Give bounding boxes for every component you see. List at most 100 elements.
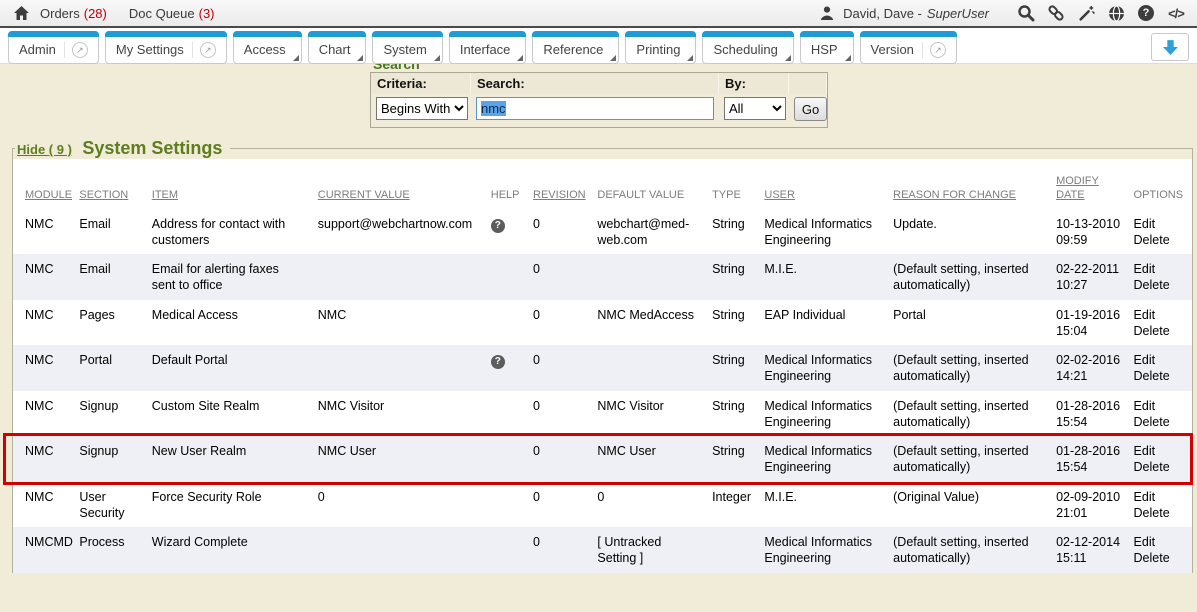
column-header-module[interactable]: MODULE <box>13 159 75 209</box>
cell-help <box>487 300 529 346</box>
edit-link[interactable]: Edit <box>1134 261 1184 277</box>
user-menu[interactable]: David, Dave - SuperUser <box>816 2 989 24</box>
code-icon[interactable]: </> <box>1165 2 1187 24</box>
delete-link[interactable]: Delete <box>1134 459 1184 475</box>
nav-doc-queue[interactable]: Doc Queue (3) <box>129 6 215 21</box>
table-row: NMCSignupNew User RealmNMC User0NMC User… <box>13 436 1192 482</box>
cell-type: String <box>708 300 760 346</box>
delete-link[interactable]: Delete <box>1134 277 1184 293</box>
cell-help <box>487 391 529 437</box>
tab-my-settings[interactable]: My Settings↗ <box>105 31 227 64</box>
cell-current-value <box>314 345 487 391</box>
external-link-icon[interactable]: ↗ <box>64 42 88 58</box>
cell-revision: 0 <box>529 254 593 300</box>
column-header-revision[interactable]: REVISION <box>529 159 593 209</box>
cell-type: String <box>708 209 760 255</box>
cell-user: EAP Individual <box>760 300 889 346</box>
cell-user: M.I.E. <box>760 482 889 528</box>
cell-modify-date: 01-28-2016 15:54 <box>1052 436 1129 482</box>
column-header-modify-date[interactable]: MODIFY DATE <box>1052 159 1129 209</box>
download-button[interactable] <box>1151 33 1189 61</box>
tab-label: Scheduling <box>713 43 777 57</box>
cell-section: Email <box>75 254 147 300</box>
edit-link[interactable]: Edit <box>1134 398 1184 414</box>
cell-module: NMC <box>13 436 75 482</box>
tab-label: Chart <box>319 43 351 57</box>
tab-reference[interactable]: Reference <box>532 31 619 64</box>
top-bar: Orders (28) Doc Queue (3) David, Dave - … <box>0 0 1197 28</box>
tab-access[interactable]: Access <box>233 31 302 64</box>
column-header-item[interactable]: ITEM <box>148 159 314 209</box>
nav-orders[interactable]: Orders (28) <box>40 6 107 21</box>
criteria-select[interactable]: Begins With <box>376 97 468 120</box>
home-icon[interactable] <box>10 2 32 24</box>
tab-interface[interactable]: Interface <box>449 31 527 64</box>
cell-options: EditDelete <box>1130 300 1192 346</box>
cell-section: Pages <box>75 300 147 346</box>
cell-modify-date: 02-12-2014 15:11 <box>1052 527 1129 573</box>
tab-system[interactable]: System <box>372 31 442 64</box>
tab-scheduling[interactable]: Scheduling <box>702 31 793 64</box>
cell-current-value: NMC Visitor <box>314 391 487 437</box>
delete-link[interactable]: Delete <box>1134 232 1184 248</box>
tab-label: Admin <box>19 43 56 57</box>
help-icon[interactable]: ? <box>1135 2 1157 24</box>
tab-printing[interactable]: Printing <box>625 31 696 64</box>
edit-link[interactable]: Edit <box>1134 307 1184 323</box>
column-header-section[interactable]: SECTION <box>75 159 147 209</box>
delete-link[interactable]: Delete <box>1134 368 1184 384</box>
dropdown-corner-icon <box>845 55 851 61</box>
edit-link[interactable]: Edit <box>1134 443 1184 459</box>
tab-chart[interactable]: Chart <box>308 31 367 64</box>
delete-link[interactable]: Delete <box>1134 505 1184 521</box>
external-link-icon[interactable]: ↗ <box>922 42 946 58</box>
table-row: NMCUser SecurityForce Security Role000In… <box>13 482 1192 528</box>
cell-revision: 0 <box>529 527 593 573</box>
criteria-label: Criteria: <box>371 73 471 94</box>
tab-hsp[interactable]: HSP <box>800 31 854 64</box>
delete-link[interactable]: Delete <box>1134 550 1184 566</box>
cell-user: Medical Informatics Engineering <box>760 209 889 255</box>
wand-icon[interactable] <box>1075 2 1097 24</box>
cell-user: Medical Informatics Engineering <box>760 527 889 573</box>
cell-help <box>487 482 529 528</box>
tab-bar-tabs: Admin↗My Settings↗AccessChartSystemInter… <box>8 31 963 64</box>
edit-link[interactable]: Edit <box>1134 534 1184 550</box>
help-icon[interactable]: ? <box>491 355 505 369</box>
globe-icon[interactable] <box>1105 2 1127 24</box>
cell-module: NMC <box>13 209 75 255</box>
hide-link[interactable]: Hide ( 9 ) <box>17 142 72 157</box>
column-header-user[interactable]: USER <box>760 159 889 209</box>
go-button[interactable]: Go <box>794 97 827 121</box>
cell-module: NMC <box>13 482 75 528</box>
link-icon[interactable] <box>1045 2 1067 24</box>
edit-link[interactable]: Edit <box>1134 489 1184 505</box>
table-row: NMCSignupCustom Site RealmNMC Visitor0NM… <box>13 391 1192 437</box>
tab-admin[interactable]: Admin ↗ <box>8 31 99 64</box>
column-header-type: TYPE <box>708 159 760 209</box>
user-icon <box>816 2 838 24</box>
tab-version[interactable]: Version↗ <box>860 31 957 64</box>
search-input[interactable] <box>476 97 714 120</box>
help-icon[interactable]: ? <box>491 219 505 233</box>
tab-label: System <box>383 43 426 57</box>
edit-link[interactable]: Edit <box>1134 352 1184 368</box>
search-label: Search: <box>471 73 719 94</box>
cell-reason: Portal <box>889 300 1052 346</box>
by-select[interactable]: All <box>724 97 786 120</box>
delete-link[interactable]: Delete <box>1134 323 1184 339</box>
delete-link[interactable]: Delete <box>1134 414 1184 430</box>
by-label: By: <box>719 73 789 94</box>
column-header-options: OPTIONS <box>1130 159 1192 209</box>
column-header-reason-for-change[interactable]: REASON FOR CHANGE <box>889 159 1052 209</box>
edit-link[interactable]: Edit <box>1134 216 1184 232</box>
external-link-icon[interactable]: ↗ <box>192 42 216 58</box>
cell-help: ? <box>487 345 529 391</box>
search-icon[interactable] <box>1015 2 1037 24</box>
arrow-down-icon <box>1162 39 1179 56</box>
nav-doc-queue-label: Doc Queue <box>129 6 195 21</box>
nav-orders-count: (28) <box>84 6 107 21</box>
cell-module: NMC <box>13 300 75 346</box>
cell-item: New User Realm <box>148 436 314 482</box>
column-header-current-value[interactable]: CURRENT VALUE <box>314 159 487 209</box>
